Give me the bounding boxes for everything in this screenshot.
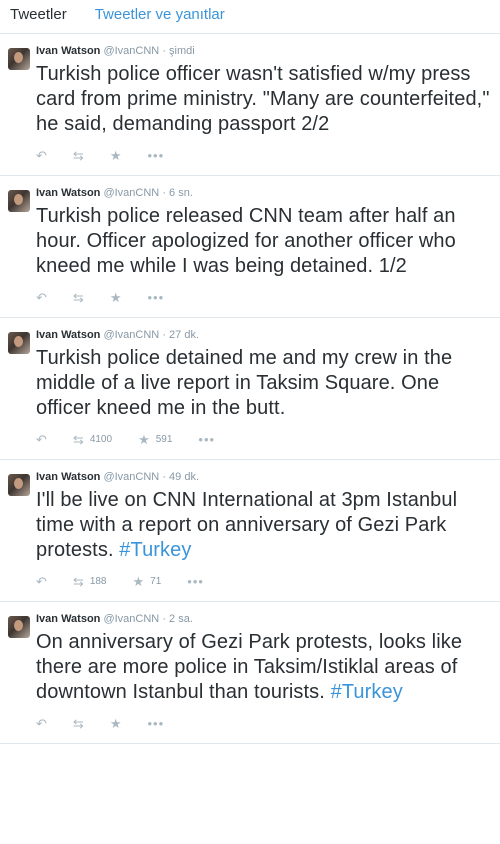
tweet[interactable]: Ivan Watson @IvanCNN · şimdi Turkish pol…	[0, 34, 500, 176]
tweet[interactable]: Ivan Watson @IvanCNN · 27 dk. Turkish po…	[0, 318, 500, 460]
more-icon: •••	[147, 715, 165, 731]
tweet[interactable]: Ivan Watson @IvanCNN · 6 sn. Turkish pol…	[0, 176, 500, 318]
avatar[interactable]	[8, 332, 30, 354]
author-name[interactable]: Ivan Watson	[36, 329, 100, 341]
tweet-actions: ↶ ⇆ ★ •••	[36, 713, 492, 733]
profile-tabs: Tweetler Tweetler ve yanıtlar	[0, 0, 500, 34]
avatar[interactable]	[8, 474, 30, 496]
author-name[interactable]: Ivan Watson	[36, 187, 100, 199]
author-handle[interactable]: @IvanCNN	[103, 45, 159, 57]
author-handle[interactable]: @IvanCNN	[103, 613, 159, 625]
tweet-actions: ↶ ⇆ ★ •••	[36, 287, 492, 307]
reply-button[interactable]: ↶	[36, 433, 47, 446]
star-icon: ★	[132, 573, 145, 589]
reply-button[interactable]: ↶	[36, 575, 47, 588]
retweet-icon: ⇆	[72, 431, 84, 447]
timestamp[interactable]: 27 dk.	[169, 329, 199, 341]
retweet-button[interactable]: ⇆ 188	[73, 575, 107, 588]
star-icon: ★	[138, 431, 150, 447]
reply-button[interactable]: ↶	[36, 717, 47, 730]
reply-button[interactable]: ↶	[36, 291, 47, 304]
tab-tweets-and-replies[interactable]: Tweetler ve yanıtlar	[95, 6, 239, 33]
author-handle[interactable]: @IvanCNN	[103, 471, 159, 483]
tweet-body: I'll be live on CNN International at 3pm…	[36, 489, 458, 561]
more-button[interactable]: •••	[147, 149, 164, 162]
author-name[interactable]: Ivan Watson	[36, 471, 100, 483]
tweet-actions: ↶ ⇆ 188 ★ 71 •••	[36, 571, 492, 591]
reply-icon: ↶	[36, 573, 47, 589]
retweet-icon: ⇆	[72, 573, 84, 589]
tweet-header: Ivan Watson @IvanCNN · 6 sn.	[36, 186, 492, 202]
tweet-body: Turkish police officer wasn't satisfied …	[36, 63, 490, 135]
separator-dot: ·	[162, 613, 166, 625]
timestamp[interactable]: 6 sn.	[169, 187, 193, 199]
separator-dot: ·	[162, 329, 166, 341]
more-button[interactable]: •••	[198, 433, 215, 446]
avatar[interactable]	[8, 48, 30, 70]
favorite-button[interactable]: ★	[110, 149, 122, 162]
tab-tweets[interactable]: Tweetler	[10, 6, 81, 33]
separator-dot: ·	[162, 471, 166, 483]
retweet-button[interactable]: ⇆	[73, 717, 84, 730]
author-handle[interactable]: @IvanCNN	[103, 187, 159, 199]
retweet-button[interactable]: ⇆	[73, 291, 84, 304]
more-icon: •••	[198, 431, 216, 447]
tweet-header: Ivan Watson @IvanCNN · 2 sa.	[36, 612, 492, 628]
tweet[interactable]: Ivan Watson @IvanCNN · 49 dk. I'll be li…	[0, 460, 500, 602]
star-icon: ★	[109, 147, 122, 163]
tweet-text: On anniversary of Gezi Park protests, lo…	[36, 630, 492, 705]
star-icon: ★	[109, 289, 122, 305]
retweet-button[interactable]: ⇆ 4100	[73, 433, 112, 446]
tweet-header: Ivan Watson @IvanCNN · 27 dk.	[36, 328, 492, 344]
tweet-actions: ↶ ⇆ ★ •••	[36, 145, 492, 165]
reply-icon: ↶	[36, 147, 47, 163]
tweet-body: Turkish police released CNN team after h…	[36, 205, 456, 277]
favorite-count: 591	[155, 433, 173, 445]
more-icon: •••	[147, 147, 165, 163]
tweet-text: Turkish police released CNN team after h…	[36, 204, 492, 279]
author-name[interactable]: Ivan Watson	[36, 613, 100, 625]
retweet-count: 188	[89, 575, 107, 587]
author-name[interactable]: Ivan Watson	[36, 45, 100, 57]
avatar[interactable]	[8, 190, 30, 212]
author-handle[interactable]: @IvanCNN	[103, 329, 159, 341]
tweet-list: Ivan Watson @IvanCNN · şimdi Turkish pol…	[0, 34, 500, 744]
star-icon: ★	[109, 715, 122, 731]
tweet-actions: ↶ ⇆ 4100 ★ 591 •••	[36, 429, 492, 449]
retweet-icon: ⇆	[72, 289, 84, 305]
favorite-button[interactable]: ★ 591	[138, 433, 172, 446]
favorite-button[interactable]: ★	[110, 291, 122, 304]
retweet-button[interactable]: ⇆	[73, 149, 84, 162]
tweet-body: Turkish police detained me and my crew i…	[36, 347, 453, 419]
hashtag-link[interactable]: #Turkey	[119, 539, 191, 561]
reply-icon: ↶	[36, 289, 47, 305]
reply-button[interactable]: ↶	[36, 149, 47, 162]
timestamp[interactable]: şimdi	[169, 45, 195, 57]
avatar[interactable]	[8, 616, 30, 638]
more-button[interactable]: •••	[147, 717, 164, 730]
more-button[interactable]: •••	[187, 575, 204, 588]
favorite-count: 71	[150, 575, 162, 587]
tweet-text: I'll be live on CNN International at 3pm…	[36, 488, 492, 563]
retweet-count: 4100	[89, 433, 113, 445]
favorite-button[interactable]: ★	[110, 717, 122, 730]
more-icon: •••	[147, 289, 165, 305]
tweet-text: Turkish police officer wasn't satisfied …	[36, 62, 492, 137]
retweet-icon: ⇆	[72, 715, 84, 731]
favorite-button[interactable]: ★ 71	[133, 575, 162, 588]
tweet-text: Turkish police detained me and my crew i…	[36, 346, 492, 421]
tweet-header: Ivan Watson @IvanCNN · 49 dk.	[36, 470, 492, 486]
separator-dot: ·	[162, 187, 166, 199]
reply-icon: ↶	[36, 715, 47, 731]
timestamp[interactable]: 2 sa.	[169, 613, 193, 625]
more-button[interactable]: •••	[147, 291, 164, 304]
reply-icon: ↶	[36, 431, 47, 447]
more-icon: •••	[187, 573, 204, 589]
timestamp[interactable]: 49 dk.	[169, 471, 199, 483]
retweet-icon: ⇆	[72, 147, 84, 163]
tweet[interactable]: Ivan Watson @IvanCNN · 2 sa. On annivers…	[0, 602, 500, 744]
hashtag-link[interactable]: #Turkey	[331, 681, 403, 703]
separator-dot: ·	[162, 45, 166, 57]
tweet-header: Ivan Watson @IvanCNN · şimdi	[36, 44, 492, 60]
